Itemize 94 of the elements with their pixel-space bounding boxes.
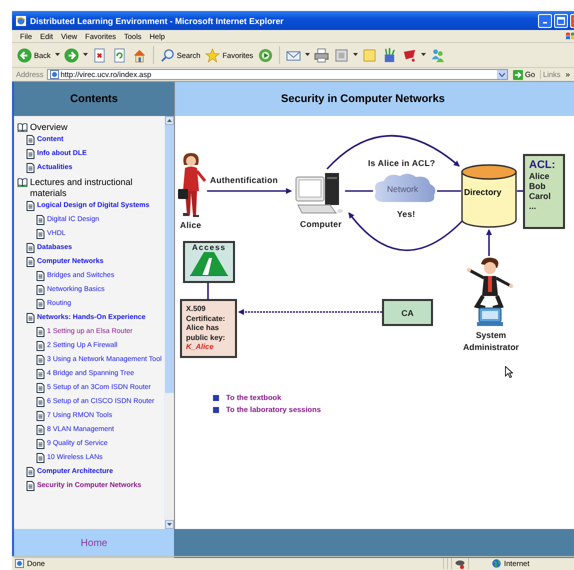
caret-icon[interactable] (305, 53, 310, 57)
connector-line (207, 283, 209, 299)
star-icon (205, 48, 220, 62)
authority-label: CA (401, 308, 414, 318)
page-icon (36, 453, 45, 463)
caret-icon[interactable] (54, 53, 60, 57)
note-icon (362, 48, 378, 62)
printer-icon (314, 48, 330, 62)
bullet-icon (213, 394, 219, 400)
road-logo-icon (188, 252, 230, 276)
page-icon (26, 163, 35, 173)
arrow (486, 229, 492, 256)
connector-line (345, 190, 373, 192)
scrollbar[interactable] (164, 116, 174, 529)
media-button[interactable] (257, 48, 274, 62)
man-on-computer-drawing (465, 256, 515, 328)
page-icon (36, 355, 45, 365)
arrow-label: Is Alice in ACL? (368, 158, 436, 168)
exclamation-logo-icon (402, 48, 418, 62)
tree-folder[interactable]: Lectures and instructional materials (30, 177, 164, 199)
page-icon (36, 439, 45, 449)
maximize-button[interactable] (554, 14, 568, 28)
arrow-right-icon (513, 70, 524, 80)
browser-icon (15, 14, 27, 26)
database-label: Directory (464, 187, 502, 197)
page-icon (50, 70, 59, 79)
list-entry: Alice (529, 171, 550, 181)
page-icon (36, 383, 45, 393)
page-icon (26, 243, 35, 253)
page-icon (36, 327, 45, 337)
person-label: Alice (180, 220, 202, 230)
print-button[interactable] (313, 48, 330, 62)
computer-label: Computer (300, 219, 342, 229)
page-icon (26, 257, 35, 267)
list-entry: ... (529, 201, 538, 211)
page-edit-icon (334, 48, 350, 62)
list-title: ACL: (529, 159, 556, 171)
mouse-pointer-icon (505, 366, 513, 378)
database-cylinder (461, 164, 517, 228)
woman-drawing (175, 151, 209, 219)
list-entry: Carol (529, 191, 552, 201)
list-entry: Bob (529, 181, 547, 191)
arrow-label: Authentification (210, 175, 278, 185)
page-icon (26, 481, 35, 491)
cloud-label: Network (387, 184, 418, 194)
page-icon (26, 201, 35, 211)
page-icon (36, 341, 45, 351)
page-icon (36, 299, 45, 309)
bullet-icon (213, 406, 219, 412)
maximize-icon (557, 16, 565, 24)
window-title: Distributed Learning Environment - Microsoft Internet Explorer (30, 16, 284, 26)
connector-line (517, 190, 523, 192)
arrow-label: Yes! (397, 209, 416, 219)
panel-title: Contents (70, 93, 118, 105)
page-icon (36, 425, 45, 435)
dropdown-icon[interactable] (499, 72, 506, 76)
page-icon (15, 559, 24, 568)
page-icon (36, 215, 45, 225)
house-icon (132, 48, 147, 62)
caret-icon[interactable] (82, 53, 88, 57)
person-label: System Administrator (462, 329, 520, 353)
page-title: Security in Computer Networks (281, 93, 445, 105)
page-icon (36, 369, 45, 379)
brush-cup-icon (382, 48, 398, 62)
page-icon (26, 149, 35, 159)
page-icon (36, 411, 45, 421)
caret-icon[interactable] (421, 53, 426, 57)
page-icon (26, 313, 35, 323)
refresh-icon (112, 48, 127, 62)
globe-icon (492, 559, 501, 568)
page-icon (26, 135, 35, 145)
home-link[interactable]: Home (80, 538, 108, 549)
scroll-up-icon[interactable] (167, 119, 172, 122)
minimize-button[interactable] (538, 14, 552, 28)
book-icon (17, 177, 28, 187)
page-icon (36, 285, 45, 295)
more-button[interactable]: » (566, 70, 574, 79)
cloud-drawing (372, 172, 438, 205)
privacy-eye-icon (455, 558, 465, 568)
search-icon (160, 48, 175, 62)
page-icon (26, 467, 35, 477)
tree-folder[interactable]: Overview (30, 122, 164, 133)
stop-icon (92, 48, 107, 62)
media-icon (258, 48, 274, 62)
page-icon (36, 271, 45, 281)
page-icon (36, 397, 45, 407)
connector-line (437, 190, 461, 192)
caret-icon[interactable] (353, 53, 358, 57)
logo-label: Access (192, 243, 226, 252)
book-icon (17, 122, 28, 132)
scroll-down-icon[interactable] (167, 523, 172, 526)
windows-flag-icon (565, 31, 574, 41)
page-icon (36, 229, 45, 239)
people-icon (430, 48, 446, 62)
